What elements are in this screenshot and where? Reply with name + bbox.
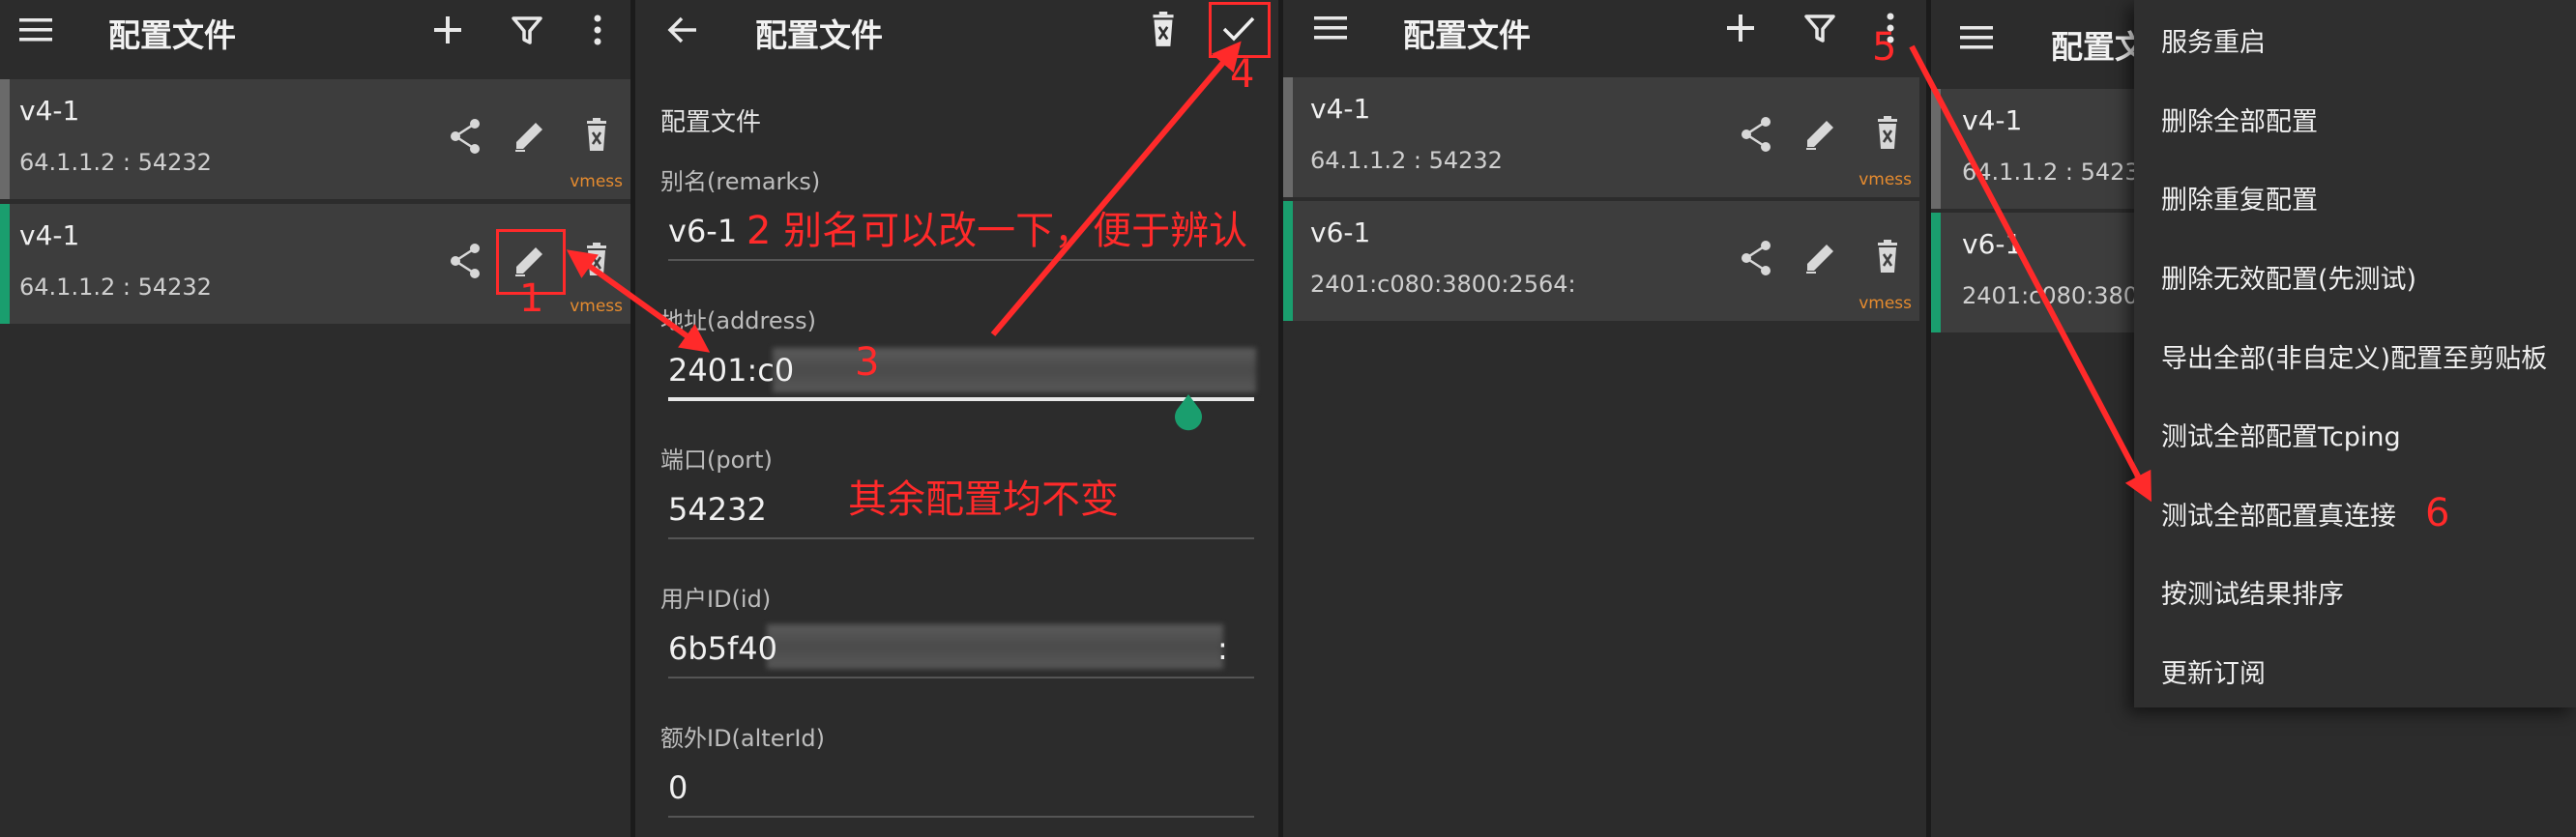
annotation-step-6: 6 (2425, 491, 2450, 535)
annotation-step-1: 1 (519, 276, 544, 321)
annotation-step-2: 2 别名可以改一下，便于辨认 (746, 209, 1248, 253)
annotation-arrows (566, 41, 2152, 503)
annotation-step-5: 5 (1872, 25, 1897, 70)
annotation-step-3: 3 (855, 340, 880, 385)
annotation-rest-unchanged: 其余配置均不变 (848, 477, 1119, 522)
annotation-step-4: 4 (1230, 52, 1255, 97)
